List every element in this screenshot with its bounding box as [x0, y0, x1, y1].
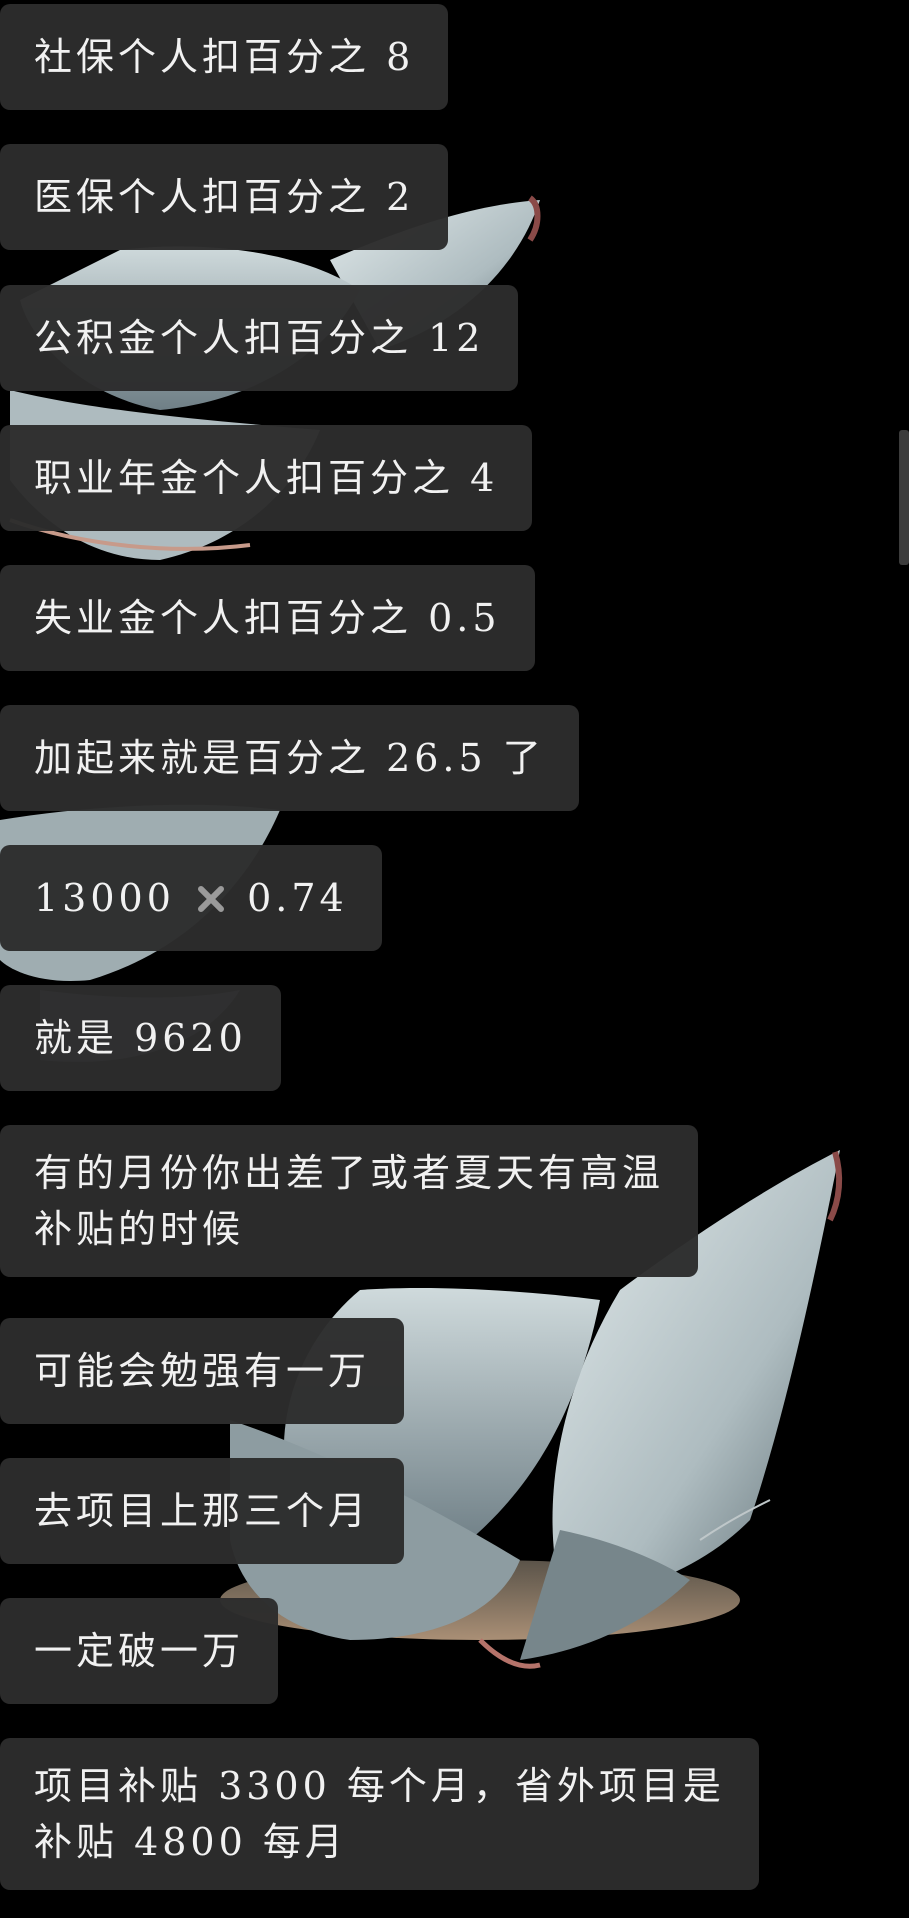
message-text: 失业金个人扣百分之 0.5: [34, 596, 501, 640]
message-text: 职业年金个人扣百分之 4: [34, 456, 499, 500]
message-bubble[interactable]: 一定破一万: [0, 1598, 279, 1704]
message-text-line: 有的月份你出差了或者夏天有高温: [34, 1151, 665, 1195]
message-text: 就是 9620: [34, 1016, 247, 1060]
message-text-part: 13000: [34, 876, 175, 920]
message-text-line: 补贴的时候: [34, 1207, 245, 1251]
message-bubble[interactable]: 公积金个人扣百分之 12: [0, 285, 519, 391]
message-bubble[interactable]: 就是 9620: [0, 985, 281, 1091]
multiply-icon: [197, 886, 224, 912]
message-bubble[interactable]: 医保个人扣百分之 2: [0, 144, 449, 250]
chat-message-list[interactable]: 社保个人扣百分之 8 医保个人扣百分之 2 公积金个人扣百分之 12 职业年金个…: [0, 0, 909, 1918]
message-text-line: 项目补贴 3300 每个月，省外项目是: [34, 1764, 725, 1808]
message-text: 一定破一万: [34, 1629, 245, 1673]
message-bubble[interactable]: 职业年金个人扣百分之 4: [0, 425, 533, 531]
message-bubble[interactable]: 加起来就是百分之 26.5 了: [0, 705, 579, 811]
message-text-line: 补贴 4800 每月: [34, 1820, 347, 1864]
message-text: 可能会勉强有一万: [34, 1349, 371, 1393]
message-bubble[interactable]: 有的月份你出差了或者夏天有高温 补贴的时候: [0, 1125, 699, 1277]
message-text: 加起来就是百分之 26.5 了: [34, 736, 545, 780]
message-text: 去项目上那三个月: [34, 1489, 371, 1533]
message-text: 公积金个人扣百分之 12: [34, 316, 485, 360]
message-bubble[interactable]: 项目补贴 3300 每个月，省外项目是 补贴 4800 每月: [0, 1738, 759, 1890]
message-bubble[interactable]: 可能会勉强有一万: [0, 1318, 405, 1424]
message-bubble[interactable]: 失业金个人扣百分之 0.5: [0, 565, 535, 671]
scrollbar-thumb[interactable]: [899, 430, 909, 565]
message-text: 医保个人扣百分之 2: [34, 175, 415, 219]
message-text: 社保个人扣百分之 8: [34, 35, 415, 79]
message-bubble[interactable]: 社保个人扣百分之 8: [0, 4, 449, 110]
message-text-part: 0.74: [247, 876, 348, 920]
message-bubble[interactable]: 去项目上那三个月: [0, 1458, 405, 1564]
message-bubble[interactable]: 13000 0.74: [0, 845, 382, 951]
